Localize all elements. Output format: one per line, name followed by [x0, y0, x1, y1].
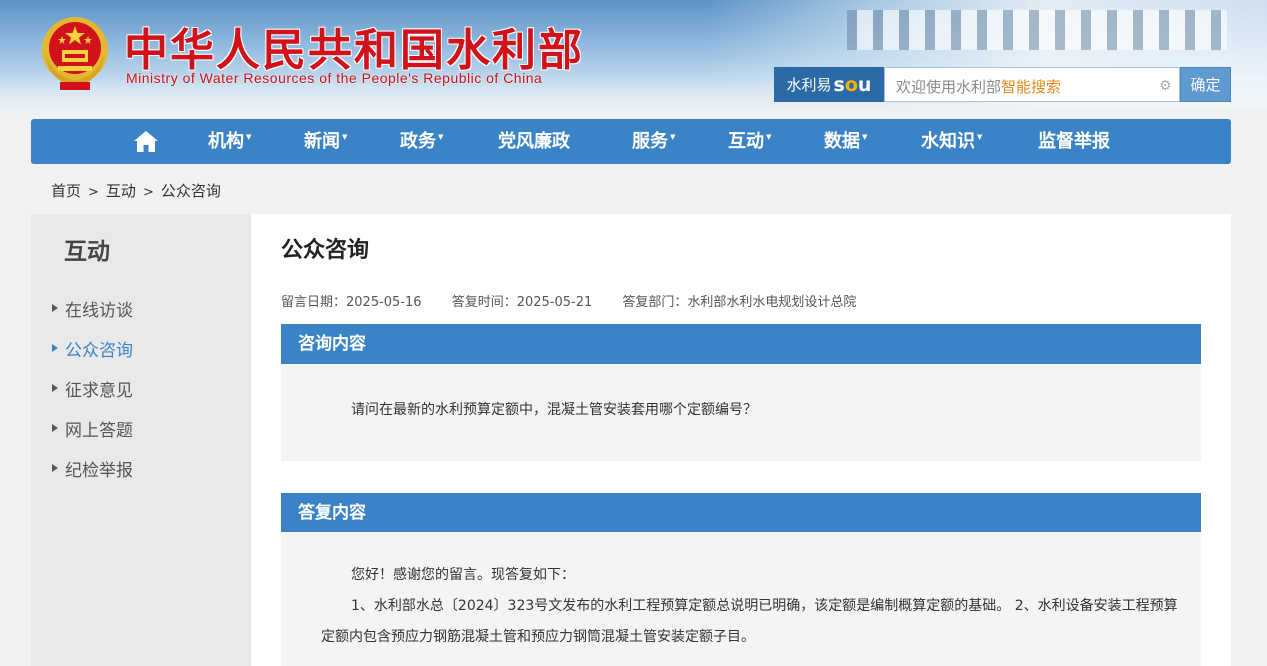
- chevron-down-icon: ▼: [862, 133, 868, 141]
- nav-item-affairs[interactable]: 政务 ▼: [400, 119, 443, 164]
- brand-letter-s: s: [833, 73, 845, 96]
- sidebar-item-public-consultation[interactable]: 公众咨询: [52, 328, 133, 368]
- site-subtitle: Ministry of Water Resources of the Peopl…: [126, 70, 543, 86]
- nav-label: 水知识: [921, 131, 975, 152]
- triangle-right-icon: [52, 344, 58, 352]
- sidebar: 互动 在线访谈 公众咨询 征求意见 网上答题 纪检举报: [31, 214, 251, 666]
- nav-item-integrity[interactable]: 党风廉政: [498, 119, 570, 164]
- breadcrumb-separator: >: [88, 185, 99, 200]
- chevron-down-icon: ▼: [766, 133, 772, 141]
- triangle-right-icon: [52, 384, 58, 392]
- nav-item-org[interactable]: 机构 ▼: [208, 119, 251, 164]
- search-submit-button[interactable]: 确定: [1180, 67, 1231, 102]
- search-input[interactable]: [885, 68, 1145, 101]
- breadcrumb-separator: >: [142, 185, 154, 200]
- breadcrumb-home[interactable]: 首页: [51, 182, 81, 200]
- nav-label: 服务: [632, 131, 668, 152]
- search-brand-prefix: 水利易: [786, 76, 832, 94]
- page-title: 公众咨询: [281, 238, 370, 263]
- gear-icon[interactable]: ⚙: [1159, 79, 1173, 93]
- sidebar-item-discipline-report[interactable]: 纪检举报: [52, 448, 133, 488]
- reply-date: 答复时间：2025-05-21: [451, 295, 593, 310]
- chevron-down-icon: ▼: [246, 133, 252, 141]
- sidebar-heading: 互动: [64, 239, 110, 265]
- breadcrumb-current[interactable]: 公众咨询: [161, 182, 221, 200]
- sidebar-links: 在线访谈 公众咨询 征求意见 网上答题 纪检举报: [52, 288, 133, 488]
- question-heading: 咨询内容: [281, 324, 1201, 364]
- search-brand-logo: 水利易 sou: [774, 67, 884, 102]
- chevron-down-icon: ▼: [670, 133, 676, 141]
- nav-label: 党风廉政: [498, 131, 570, 152]
- sidebar-item-label: 公众咨询: [65, 340, 133, 361]
- sidebar-item-solicit-opinions[interactable]: 征求意见: [52, 368, 133, 408]
- main-content: 公众咨询 留言日期：2025-05-16 答复时间：2025-05-21 答复部…: [251, 214, 1231, 666]
- nav-label: 数据: [824, 131, 860, 152]
- sidebar-item-label: 网上答题: [65, 420, 133, 441]
- brand-letter-u: u: [857, 73, 872, 96]
- post-date: 留言日期：2025-05-16: [281, 295, 422, 310]
- reply-department: 答复部门：水利部水利水电规划设计总院: [622, 295, 857, 310]
- triangle-right-icon: [52, 464, 58, 472]
- sidebar-item-label: 在线访谈: [65, 300, 133, 321]
- sidebar-item-label: 纪检举报: [65, 460, 133, 481]
- nav-item-services[interactable]: 服务 ▼: [632, 119, 675, 164]
- search-bar: 水利易 sou 欢迎使用水利部智能搜索 ⚙ 确定: [774, 67, 1231, 102]
- answer-greeting: 您好！感谢您的留言。现答复如下：: [351, 567, 575, 583]
- sidebar-item-online-interview[interactable]: 在线访谈: [52, 288, 133, 328]
- nav-label: 新闻: [304, 131, 340, 152]
- answer-body: 您好！感谢您的留言。现答复如下： 1、水利部水总〔2024〕323号文发布的水利…: [281, 532, 1201, 666]
- chevron-down-icon: ▼: [342, 133, 348, 141]
- nav-item-water-knowledge[interactable]: 水知识 ▼: [921, 119, 982, 164]
- question-text: 请问在最新的水利预算定额中，混凝土管安装套用哪个定额编号？: [351, 402, 757, 418]
- triangle-right-icon: [52, 424, 58, 432]
- nav-label: 互动: [728, 131, 764, 152]
- search-brand-sou: sou: [834, 74, 872, 96]
- nav-item-data[interactable]: 数据 ▼: [824, 119, 867, 164]
- breadcrumb-interaction[interactable]: 互动: [106, 182, 136, 200]
- question-body: 请问在最新的水利预算定额中，混凝土管安装套用哪个定额编号？: [281, 364, 1201, 461]
- main-nav: 机构 ▼ 新闻 ▼ 政务 ▼ 党风廉政 服务 ▼ 互动 ▼ 数据 ▼ 水知识 ▼ 监督举报: [31, 119, 1231, 164]
- nav-label: 监督举报: [1038, 131, 1110, 152]
- search-field[interactable]: 欢迎使用水利部智能搜索 ⚙: [884, 67, 1180, 102]
- sidebar-item-label: 征求意见: [65, 380, 133, 401]
- nav-item-news[interactable]: 新闻 ▼: [304, 119, 347, 164]
- nav-item-interaction[interactable]: 互动 ▼: [728, 119, 771, 164]
- site-title[interactable]: 中华人民共和国水利部: [124, 14, 584, 78]
- chevron-down-icon: ▼: [977, 133, 983, 141]
- national-emblem-icon[interactable]: [38, 14, 112, 92]
- home-icon[interactable]: [134, 131, 158, 152]
- dam-graphic: [847, 10, 1227, 50]
- message-meta: 留言日期：2025-05-16 答复时间：2025-05-21 答复部门：水利部…: [281, 291, 882, 310]
- chevron-down-icon: ▼: [438, 133, 444, 141]
- brand-letter-o: o: [844, 73, 858, 96]
- breadcrumb: 首页 > 互动 > 公众咨询: [51, 180, 221, 201]
- answer-text: 1、水利部水总〔2024〕323号文发布的水利工程预算定额总说明已明确，该定额是…: [321, 598, 1178, 645]
- answer-heading: 答复内容: [281, 493, 1201, 533]
- nav-item-supervision[interactable]: 监督举报: [1038, 119, 1110, 164]
- nav-label: 政务: [400, 131, 436, 152]
- sidebar-item-online-quiz[interactable]: 网上答题: [52, 408, 133, 448]
- nav-label: 机构: [208, 131, 244, 152]
- triangle-right-icon: [52, 304, 58, 312]
